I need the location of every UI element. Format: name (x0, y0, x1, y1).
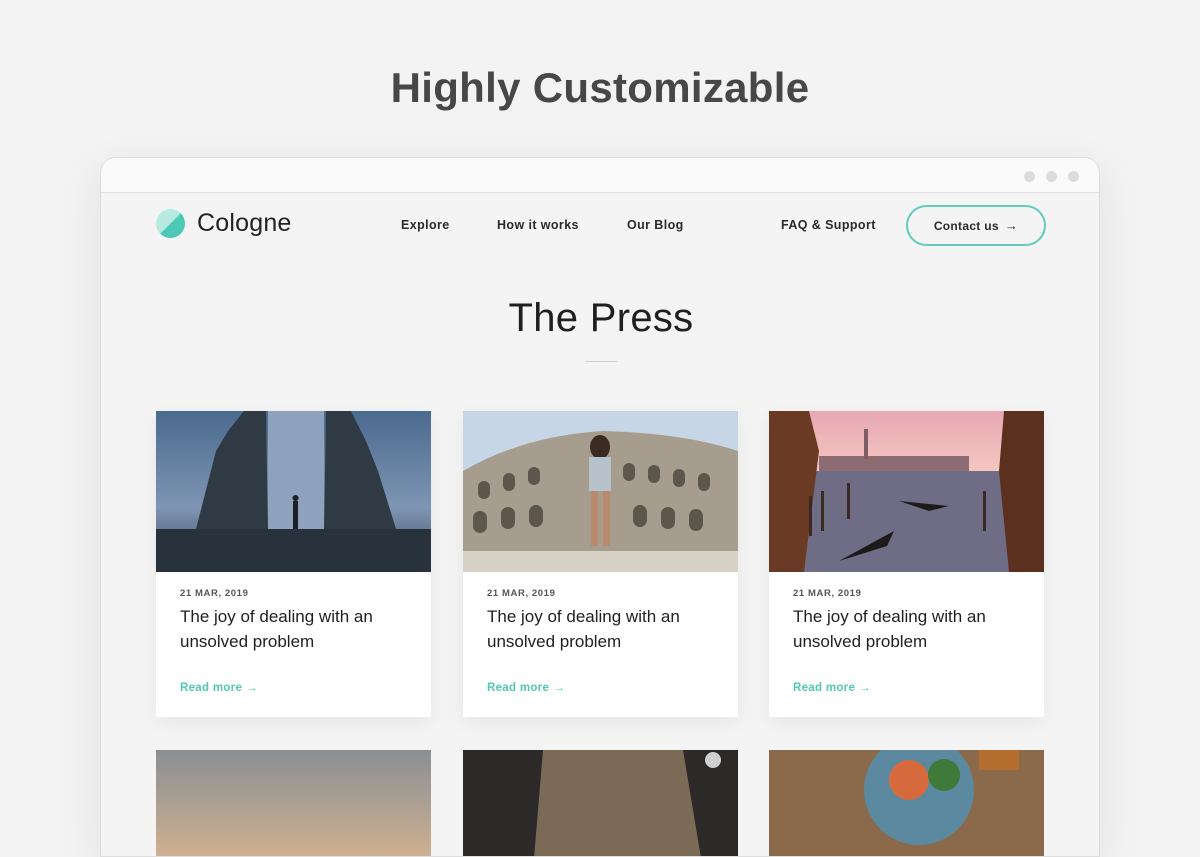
card-image-airplane-window[interactable] (463, 750, 738, 856)
card-title[interactable]: The joy of dealing with an unsolved prob… (793, 604, 1023, 654)
logo-icon (156, 209, 185, 238)
colosseum-image (463, 411, 738, 572)
read-more-label: Read more (793, 682, 856, 694)
venice-image (769, 411, 1044, 572)
arrow-right-icon: → (1004, 218, 1019, 233)
browser-window: Cologne Explore How it works Our Blog FA… (100, 157, 1100, 857)
card-image-venice[interactable] (769, 411, 1044, 572)
site-header: Cologne Explore How it works Our Blog FA… (101, 193, 1099, 259)
card-image-food[interactable] (769, 750, 1044, 856)
section-title: The Press (508, 296, 694, 340)
blog-card[interactable]: 21 MAR, 2019 The joy of dealing with an … (769, 411, 1044, 717)
nav-link-explore[interactable]: Explore (401, 218, 450, 232)
arrow-right-icon: → (859, 682, 871, 694)
arrow-right-icon: → (553, 682, 565, 694)
nav-link-faq-support[interactable]: FAQ & Support (781, 218, 876, 232)
site-logo[interactable]: Cologne (156, 209, 292, 238)
card-image-temple-gate[interactable] (156, 411, 431, 572)
window-dot[interactable] (1068, 171, 1079, 182)
food-image (769, 750, 1044, 856)
nav-link-how-it-works[interactable]: How it works (497, 218, 579, 232)
temple-gate-image (156, 411, 431, 572)
arrow-right-icon: → (246, 682, 258, 694)
logo-text: Cologne (197, 209, 292, 237)
card-date: 21 MAR, 2019 (180, 588, 249, 599)
browser-title-bar (101, 158, 1099, 193)
card-title[interactable]: The joy of dealing with an unsolved prob… (180, 604, 410, 654)
read-more-label: Read more (487, 682, 550, 694)
card-image-sky[interactable] (156, 750, 431, 856)
title-divider (585, 361, 617, 362)
read-more-link[interactable]: Read more → (180, 682, 258, 694)
contact-us-label: Contact us (933, 218, 999, 233)
card-title[interactable]: The joy of dealing with an unsolved prob… (487, 604, 717, 654)
card-date: 21 MAR, 2019 (487, 588, 556, 599)
blog-card[interactable]: 21 MAR, 2019 The joy of dealing with an … (463, 411, 738, 717)
page-headline: Highly Customizable (390, 64, 810, 111)
window-dot[interactable] (1046, 171, 1057, 182)
contact-us-button[interactable]: Contact us → (906, 205, 1046, 246)
card-date: 21 MAR, 2019 (793, 588, 862, 599)
read-more-link[interactable]: Read more → (793, 682, 871, 694)
card-image-colosseum[interactable] (463, 411, 738, 572)
blog-card[interactable]: 21 MAR, 2019 The joy of dealing with an … (156, 411, 431, 717)
nav-link-our-blog[interactable]: Our Blog (627, 218, 684, 232)
read-more-link[interactable]: Read more → (487, 682, 565, 694)
airplane-window-image (463, 750, 738, 856)
window-dot[interactable] (1024, 171, 1035, 182)
window-controls (1024, 171, 1079, 182)
sky-image (156, 750, 431, 856)
read-more-label: Read more (180, 682, 243, 694)
